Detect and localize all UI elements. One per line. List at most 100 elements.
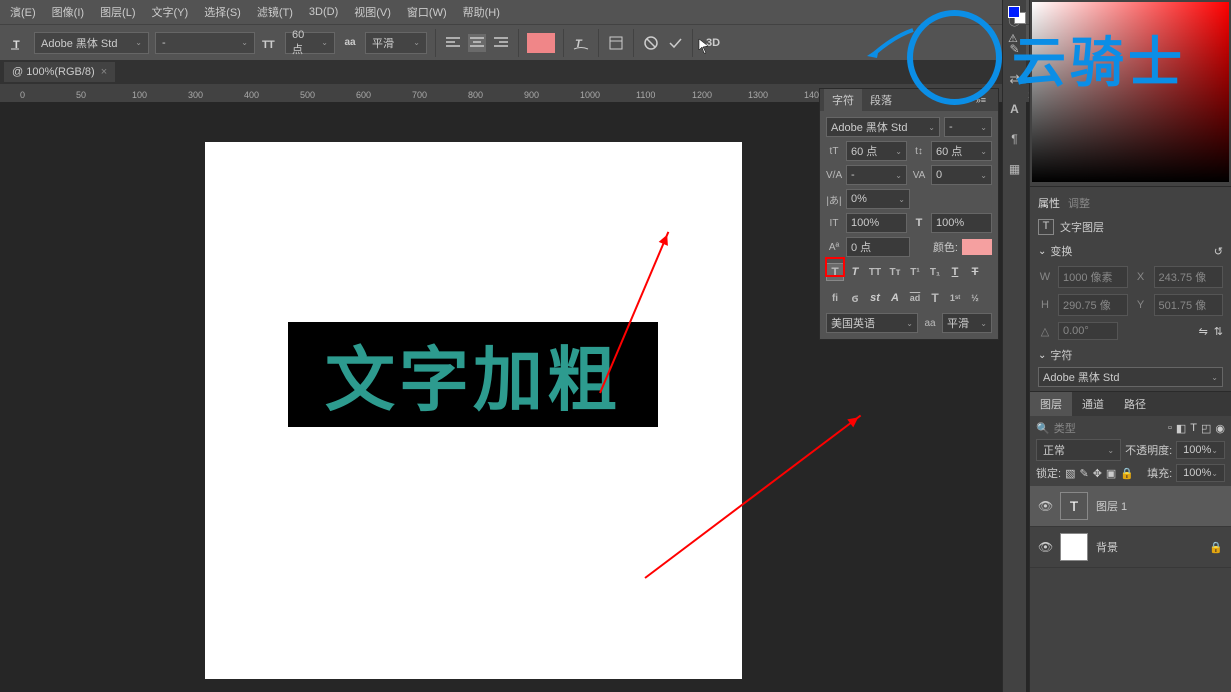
visibility-icon[interactable]: 👁	[1038, 499, 1052, 513]
layer-name[interactable]: 背景	[1096, 539, 1118, 555]
fill-input[interactable]: 100%⌄	[1176, 464, 1225, 482]
kerning-icon: V/A	[826, 170, 842, 181]
rail-swatches-icon[interactable]: ▦	[1007, 162, 1023, 178]
allcaps-button[interactable]: TT	[866, 263, 884, 281]
char-header[interactable]: 字符	[1050, 347, 1072, 363]
align-left-button[interactable]	[444, 34, 462, 52]
x-input[interactable]: 243.75 像	[1154, 266, 1224, 288]
lock-move-icon[interactable]: ✥	[1093, 467, 1102, 480]
panel-font-style[interactable]: -⌄	[944, 117, 992, 137]
opacity-input[interactable]: 100%⌄	[1176, 441, 1225, 459]
layer-item-2[interactable]: 👁 背景 🔒	[1030, 527, 1231, 568]
angle-input[interactable]: 0.00°	[1058, 322, 1118, 340]
text-color-swatch[interactable]	[527, 33, 555, 53]
color-label: 颜色:	[933, 239, 958, 255]
lock-artboard-icon[interactable]: ▣	[1106, 467, 1116, 480]
faux-bold-button[interactable]: T	[826, 263, 844, 281]
lock-all-icon[interactable]: 🔒	[1120, 467, 1134, 480]
layer-name[interactable]: 图层 1	[1096, 498, 1127, 514]
ot-fi[interactable]: fi	[826, 289, 844, 307]
rail-paragraph-icon[interactable]: ¶	[1007, 132, 1023, 148]
panel-language[interactable]: 美国英语⌄	[826, 313, 918, 333]
warp-text-button[interactable]: T	[572, 34, 590, 52]
lock-pixels-icon[interactable]: ▧	[1065, 467, 1075, 480]
panel-vscale[interactable]: 100%	[846, 213, 907, 233]
menu-type[interactable]: 文字(Y)	[146, 1, 195, 23]
x-label: X	[1134, 271, 1148, 283]
smallcaps-button[interactable]: Tᴛ	[886, 263, 904, 281]
y-input[interactable]: 501.75 像	[1154, 294, 1224, 316]
tab-layers[interactable]: 图层	[1030, 392, 1072, 416]
ot-ad[interactable]: ad	[906, 289, 924, 307]
cancel-button[interactable]	[642, 34, 660, 52]
blend-mode-dropdown[interactable]: 正常⌄	[1036, 439, 1121, 461]
artboard[interactable]: 文字加粗	[205, 142, 742, 679]
opacity-label: 不透明度:	[1125, 442, 1172, 458]
ot-sigma[interactable]: ϭ	[846, 289, 864, 307]
h-input[interactable]: 290.75 像	[1058, 294, 1128, 316]
menu-window[interactable]: 窗口(W)	[401, 1, 453, 23]
superscript-button[interactable]: T¹	[906, 263, 924, 281]
panel-kerning[interactable]: -⌄	[846, 165, 907, 185]
menu-3d[interactable]: 3D(D)	[303, 3, 344, 21]
w-input[interactable]: 1000 像素	[1058, 266, 1128, 288]
menu-image[interactable]: 图像(I)	[46, 1, 90, 23]
panel-hscale[interactable]: 100%	[931, 213, 992, 233]
ot-T[interactable]: T	[926, 289, 944, 307]
baseline-icon: Aª	[826, 242, 842, 253]
align-center-button[interactable]	[468, 34, 486, 52]
align-right-button[interactable]	[492, 34, 510, 52]
panel-tracking[interactable]: 0⌄	[931, 165, 992, 185]
lock-icon: 🔒	[1209, 541, 1223, 554]
flip-h-icon[interactable]: ⇋	[1199, 325, 1208, 338]
menu-filter[interactable]: 滤镜(T)	[251, 1, 299, 23]
panel-leading[interactable]: 60 点⌄	[931, 141, 992, 161]
tab-character[interactable]: 字符	[824, 89, 862, 111]
filter-kind[interactable]: 类型	[1054, 420, 1076, 436]
panel-aa-mode[interactable]: 平滑⌄	[942, 313, 992, 333]
font-size-dropdown[interactable]: 60 点⌄	[285, 32, 335, 54]
commit-button[interactable]	[666, 34, 684, 52]
tab-adjustments[interactable]: 调整	[1068, 195, 1090, 211]
font-style-dropdown[interactable]: -⌄	[155, 32, 255, 54]
transform-header[interactable]: 变换	[1050, 243, 1072, 259]
faux-italic-button[interactable]: T	[846, 263, 864, 281]
prop-font[interactable]: Adobe 黑体 Std⌄	[1038, 367, 1223, 387]
ot-1st[interactable]: 1ˢᵗ	[946, 289, 964, 307]
text-layer[interactable]: 文字加粗	[288, 322, 658, 427]
character-panel-button[interactable]	[607, 34, 625, 52]
type-layer-icon: T	[1038, 219, 1054, 235]
menu-view[interactable]: 视图(V)	[348, 1, 397, 23]
font-family-dropdown[interactable]: Adobe 黑体 Std⌄	[34, 32, 149, 54]
layer-item-1[interactable]: 👁 T 图层 1	[1030, 486, 1231, 527]
tab-paths[interactable]: 路径	[1114, 392, 1156, 416]
filter-icon[interactable]: 🔍	[1036, 422, 1050, 435]
subscript-button[interactable]: T₁	[926, 263, 944, 281]
menu-edit[interactable]: 濱(E)	[4, 1, 42, 23]
ot-half[interactable]: ½	[966, 289, 984, 307]
tab-paragraph[interactable]: 段落	[862, 89, 900, 111]
leading-icon: t↕	[911, 146, 927, 157]
menu-layer[interactable]: 图层(L)	[94, 1, 141, 23]
panel-baseline[interactable]: 0 点	[846, 237, 910, 257]
panel-color-swatch[interactable]	[962, 239, 992, 255]
text-tool-icon[interactable]: T	[8, 33, 28, 53]
menu-select[interactable]: 选择(S)	[198, 1, 247, 23]
lock-brush-icon[interactable]: ✎	[1079, 467, 1088, 480]
ot-A[interactable]: A	[886, 289, 904, 307]
tab-channels[interactable]: 通道	[1072, 392, 1114, 416]
antialiasing-dropdown[interactable]: 平滑⌄	[365, 32, 427, 54]
panel-font-family[interactable]: Adobe 黑体 Std⌄	[826, 117, 940, 137]
underline-button[interactable]: T	[946, 263, 964, 281]
tab-properties[interactable]: 属性	[1038, 195, 1060, 211]
document-tab[interactable]: @ 100%(RGB/8) ×	[4, 62, 115, 82]
close-tab-icon[interactable]: ×	[101, 66, 107, 78]
ot-st[interactable]: st	[866, 289, 884, 307]
visibility-icon[interactable]: 👁	[1038, 540, 1052, 554]
reset-icon[interactable]: ↺	[1214, 245, 1223, 258]
flip-v-icon[interactable]: ⇅	[1214, 325, 1223, 338]
menu-help[interactable]: 帮助(H)	[457, 1, 506, 23]
panel-font-size[interactable]: 60 点⌄	[846, 141, 907, 161]
strike-button[interactable]: T	[966, 263, 984, 281]
panel-tsume[interactable]: 0%⌄	[846, 189, 910, 209]
